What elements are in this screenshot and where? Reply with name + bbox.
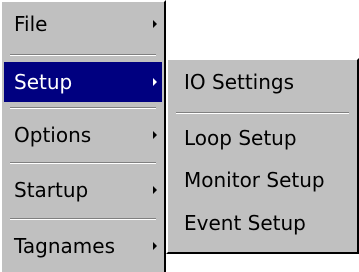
menu-item-label: File (14, 12, 48, 36)
menu-separator (10, 218, 156, 220)
menu-separator (176, 112, 349, 114)
submenu-item-label: Event Setup (184, 211, 306, 235)
menu-item-label: Startup (14, 178, 89, 202)
setup-submenu: IO Settings Loop Setup Monitor Setup Eve… (166, 58, 359, 254)
submenu-arrow-icon (153, 131, 157, 139)
menu-item-label: Setup (14, 70, 73, 94)
menu-item-tagnames[interactable]: Tagnames (4, 226, 162, 266)
menu-item-label: Options (14, 123, 92, 147)
menu-separator (10, 107, 156, 109)
submenu-arrow-icon (153, 78, 157, 86)
submenu-item-label: Loop Setup (184, 126, 297, 150)
submenu-arrow-icon (153, 242, 157, 250)
menu-separator (10, 54, 156, 56)
menu-item-label: Tagnames (14, 234, 115, 258)
menu-item-options[interactable]: Options (4, 115, 162, 155)
submenu-arrow-icon (153, 186, 157, 194)
submenu-item-event-setup[interactable]: Event Setup (170, 203, 355, 243)
menu-item-file[interactable]: File (4, 4, 162, 44)
submenu-arrow-icon (153, 20, 157, 28)
submenu-item-monitor-setup[interactable]: Monitor Setup (170, 160, 355, 200)
menu-item-setup[interactable]: Setup (4, 62, 162, 102)
submenu-item-io-settings[interactable]: IO Settings (170, 62, 355, 102)
menu-separator (10, 162, 156, 164)
submenu-item-label: IO Settings (184, 70, 295, 94)
main-menu: File Setup Options Startup Tagnames (0, 0, 166, 272)
submenu-item-label: Monitor Setup (184, 168, 325, 192)
menu-item-startup[interactable]: Startup (4, 170, 162, 210)
submenu-item-loop-setup[interactable]: Loop Setup (170, 118, 355, 158)
